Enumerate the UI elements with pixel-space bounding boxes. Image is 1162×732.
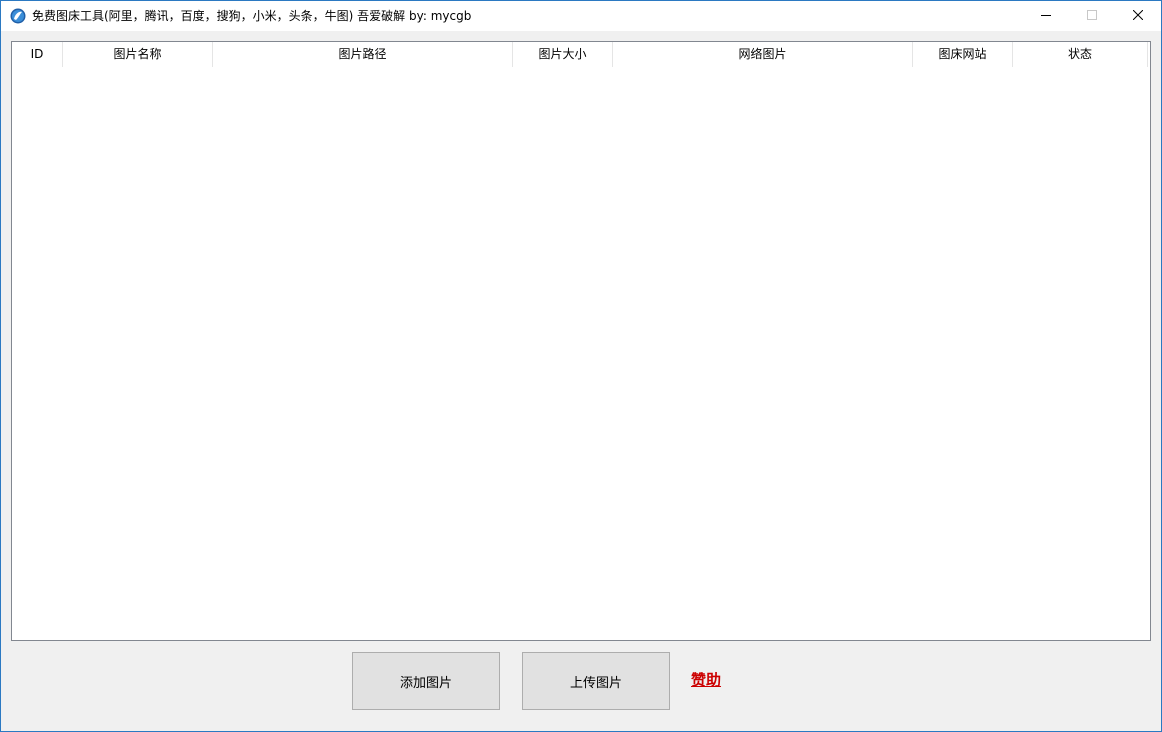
main-window: 免费图床工具(阿里，腾讯，百度，搜狗，小米，头条，牛图) 吾爱破解 by: my… xyxy=(0,0,1162,732)
close-button[interactable] xyxy=(1115,1,1161,31)
image-list-table[interactable]: ID 图片名称 图片路径 图片大小 网络图片 图床网站 状态 xyxy=(11,41,1151,641)
app-icon xyxy=(10,8,26,24)
column-header-id[interactable]: ID xyxy=(12,42,63,67)
minimize-button[interactable] xyxy=(1023,1,1069,31)
upload-image-button[interactable]: 上传图片 xyxy=(522,652,670,710)
sponsor-link[interactable]: 赞助 xyxy=(691,669,721,690)
column-header-name[interactable]: 图片名称 xyxy=(63,42,213,67)
close-icon xyxy=(1132,9,1144,23)
title-bar[interactable]: 免费图床工具(阿里，腾讯，百度，搜狗，小米，头条，牛图) 吾爱破解 by: my… xyxy=(1,1,1161,31)
column-header-size[interactable]: 图片大小 xyxy=(513,42,613,67)
column-header-site[interactable]: 图床网站 xyxy=(913,42,1013,67)
window-title: 免费图床工具(阿里，腾讯，百度，搜狗，小米，头条，牛图) 吾爱破解 by: my… xyxy=(32,9,472,23)
column-header-url[interactable]: 网络图片 xyxy=(613,42,913,67)
column-header-status[interactable]: 状态 xyxy=(1013,42,1148,67)
minimize-icon xyxy=(1041,9,1051,23)
column-header-path[interactable]: 图片路径 xyxy=(213,42,513,67)
table-body[interactable] xyxy=(12,67,1150,640)
add-image-button[interactable]: 添加图片 xyxy=(352,652,500,710)
maximize-button[interactable] xyxy=(1069,1,1115,31)
maximize-icon xyxy=(1087,9,1097,23)
table-header: ID 图片名称 图片路径 图片大小 网络图片 图床网站 状态 xyxy=(12,42,1148,67)
